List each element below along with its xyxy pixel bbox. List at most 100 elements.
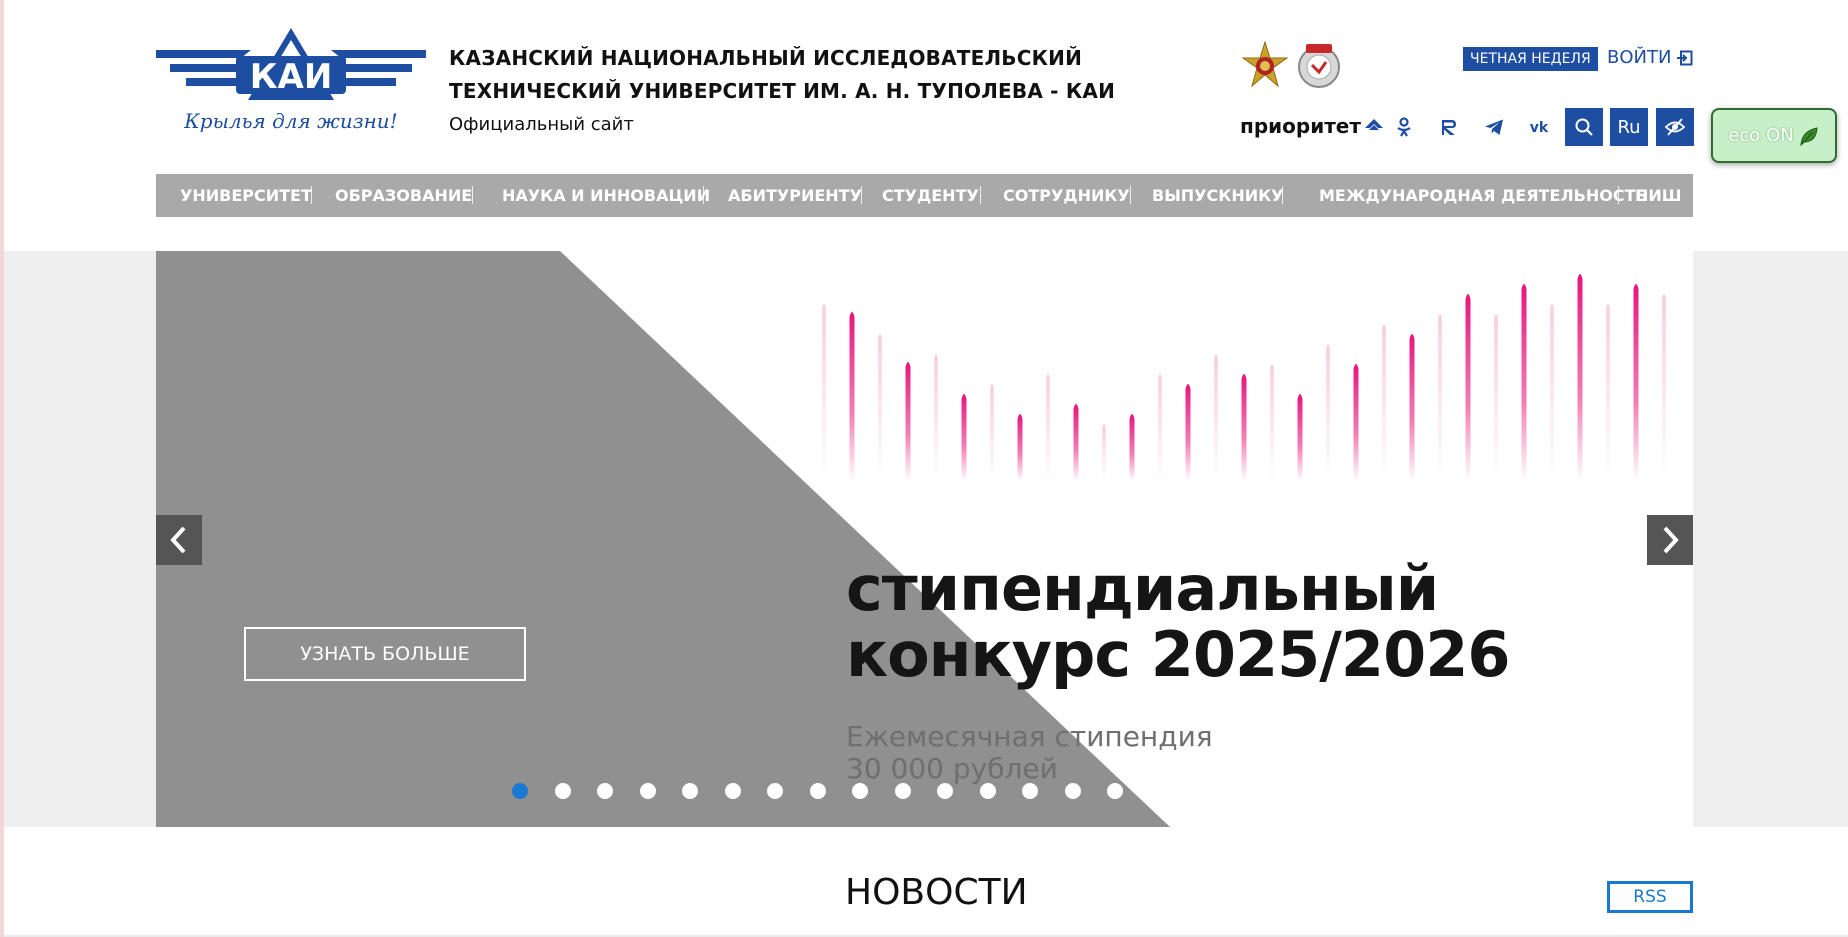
decorative-bars	[822, 274, 1666, 481]
decorative-bar	[1017, 414, 1023, 481]
slider-prev-button[interactable]	[156, 515, 202, 565]
slider-dot[interactable]	[852, 783, 868, 799]
priority-label: приоритет	[1240, 114, 1361, 138]
decorative-bar	[1073, 404, 1079, 481]
slider-dot[interactable]	[639, 783, 656, 799]
awards	[1240, 40, 1344, 92]
eco-mode-toggle[interactable]: eco ON	[1711, 108, 1837, 163]
language-switch[interactable]: Ru	[1610, 108, 1648, 146]
low-vision-button[interactable]	[1656, 108, 1694, 146]
slide-subtitle: Ежемесячная стипендия 30 000 рублей	[846, 721, 1213, 785]
decorative-bar	[1494, 314, 1498, 481]
telegram-link[interactable]	[1475, 108, 1513, 146]
kai-logo-image: КАИ Крылья для жизни!	[156, 28, 426, 133]
slider-dot[interactable]	[1064, 783, 1081, 799]
vk-link[interactable]: vk	[1520, 108, 1558, 146]
decorative-bar	[1270, 364, 1274, 481]
decorative-bar	[822, 304, 826, 481]
decorative-bar	[1326, 344, 1330, 481]
order-star-icon	[1241, 40, 1289, 88]
slider-dot[interactable]	[512, 783, 528, 799]
slide-headline: стипендиальный конкурс 2025/2026	[846, 556, 1510, 688]
official-site-label: Официальный сайт	[449, 114, 634, 135]
university-title-line2: ТЕХНИЧЕСКИЙ УНИВЕРСИТЕТ ИМ. А. Н. ТУПОЛЕ…	[449, 79, 1116, 103]
vk-icon: vk	[1530, 120, 1549, 136]
nav-pish[interactable]: ПИШ	[1635, 186, 1682, 205]
chevron-right-icon	[1663, 526, 1679, 554]
slider-dot[interactable]	[1022, 783, 1038, 799]
slider-dot[interactable]	[554, 783, 571, 799]
decorative-bar	[1214, 354, 1218, 481]
eco-mode-label: eco ON	[1728, 125, 1794, 146]
slide-headline-line1: стипендиальный	[846, 552, 1439, 625]
slider-dot[interactable]	[597, 783, 613, 799]
nav-separator	[1282, 186, 1283, 204]
slider-dot[interactable]	[809, 783, 826, 799]
nav-separator	[1130, 186, 1131, 204]
odnoklassniki-link[interactable]	[1385, 108, 1423, 146]
decorative-bar	[905, 362, 911, 481]
decorative-bar	[1633, 284, 1639, 481]
decorative-bar	[878, 334, 882, 481]
university-title: КАЗАНСКИЙ НАЦИОНАЛЬНЫЙ ИССЛЕДОВАТЕЛЬСКИЙ…	[449, 42, 1115, 108]
priority-arrow-icon	[1364, 119, 1383, 130]
nav-separator	[861, 186, 862, 204]
decorative-bar	[1382, 324, 1386, 481]
odnoklassniki-icon	[1397, 117, 1411, 137]
rutube-icon	[1442, 120, 1456, 135]
slide-headline-line2: конкурс 2025/2026	[846, 618, 1510, 691]
nav-education[interactable]: ОБРАЗОВАНИЕ	[335, 186, 472, 205]
leaf-icon	[1800, 126, 1818, 146]
decorative-bar	[1185, 384, 1191, 481]
nav-university[interactable]: УНИВЕРСИТЕТ	[180, 186, 312, 205]
search-icon	[1575, 118, 1593, 136]
nav-applicants[interactable]: АБИТУРИЕНТУ	[728, 186, 862, 205]
slider-next-button[interactable]	[1647, 515, 1693, 565]
decorative-bar	[1662, 294, 1666, 481]
decorative-bar	[990, 384, 994, 481]
kai-logo[interactable]: КАИ Крылья для жизни!	[156, 28, 426, 146]
decorative-bar	[1046, 374, 1050, 481]
decorative-bar	[1158, 374, 1162, 481]
decorative-bar	[1521, 284, 1527, 481]
login-label: ВОЙТИ	[1607, 47, 1672, 68]
nav-separator	[980, 186, 981, 204]
decorative-bar	[1577, 274, 1583, 481]
nav-science[interactable]: НАУКА И ИННОВАЦИИ	[502, 186, 710, 205]
slider-dot[interactable]	[682, 783, 698, 799]
week-parity-badge: ЧЕТНАЯ НЕДЕЛЯ	[1463, 47, 1598, 71]
order-badge-icon	[1298, 44, 1340, 88]
telegram-icon	[1485, 119, 1503, 135]
svg-text:КАИ: КАИ	[250, 57, 333, 97]
svg-text:Крылья для жизни!: Крылья для жизни!	[183, 109, 397, 133]
svg-text:vk: vk	[1530, 120, 1549, 136]
nav-staff[interactable]: СОТРУДНИКУ	[1003, 186, 1130, 205]
decorative-bar	[1465, 294, 1471, 481]
slider-dot[interactable]	[894, 783, 911, 799]
rutube-link[interactable]	[1430, 108, 1468, 146]
nav-separator	[1618, 186, 1619, 204]
low-vision-icon	[1664, 118, 1686, 136]
priority-2030-logo[interactable]: приоритет	[1240, 114, 1383, 138]
slider-dot[interactable]	[1107, 783, 1123, 799]
search-button[interactable]	[1565, 108, 1603, 146]
nav-students[interactable]: СТУДЕНТУ	[882, 186, 979, 205]
slider-dot[interactable]	[979, 783, 996, 799]
nav-international[interactable]: МЕЖДУНАРОДНАЯ ДЕЯТЕЛЬНОСТЬ	[1319, 186, 1648, 205]
rss-button[interactable]: RSS	[1607, 881, 1693, 913]
slider-dot[interactable]	[937, 783, 953, 799]
learn-more-button[interactable]: УЗНАТЬ БОЛЬШЕ	[244, 627, 526, 681]
login-link[interactable]: ВОЙТИ	[1607, 47, 1693, 68]
decorative-bar	[1353, 364, 1359, 481]
decorative-bar	[1297, 394, 1303, 481]
decorative-bar	[934, 354, 938, 481]
slide-subtitle-line2: 30 000 рублей	[846, 752, 1058, 785]
decorative-bar	[1438, 314, 1442, 481]
chevron-left-icon	[170, 526, 186, 554]
main-navigation: УНИВЕРСИТЕТ ОБРАЗОВАНИЕ НАУКА И ИННОВАЦИ…	[156, 174, 1693, 217]
login-icon	[1677, 50, 1693, 65]
nav-alumni[interactable]: ВЫПУСКНИКУ	[1152, 186, 1284, 205]
slider-dot[interactable]	[724, 783, 741, 799]
slider-dot[interactable]	[767, 783, 783, 799]
decorative-bar	[1102, 424, 1106, 481]
